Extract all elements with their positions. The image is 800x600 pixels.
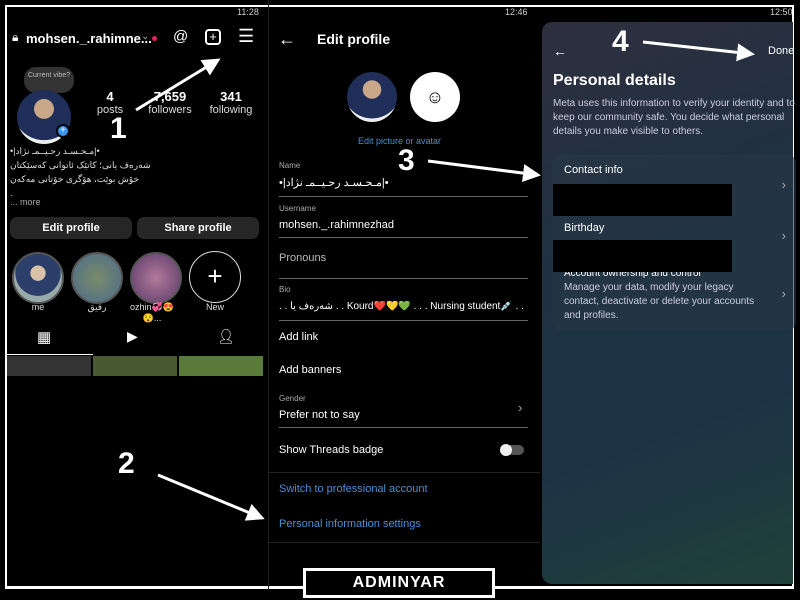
arrow-4 bbox=[642, 40, 755, 62]
arrow-2 bbox=[157, 473, 265, 521]
arrow-3 bbox=[427, 159, 541, 183]
step-number-3: 3 bbox=[398, 144, 415, 177]
step-number-2: 2 bbox=[118, 447, 135, 480]
watermark-logo: ADMINYAR bbox=[303, 568, 495, 598]
arrow-1 bbox=[135, 58, 221, 112]
step-number-4: 4 bbox=[612, 25, 629, 58]
step-number-1: 1 bbox=[110, 112, 127, 145]
annotation-arrows bbox=[135, 40, 755, 521]
